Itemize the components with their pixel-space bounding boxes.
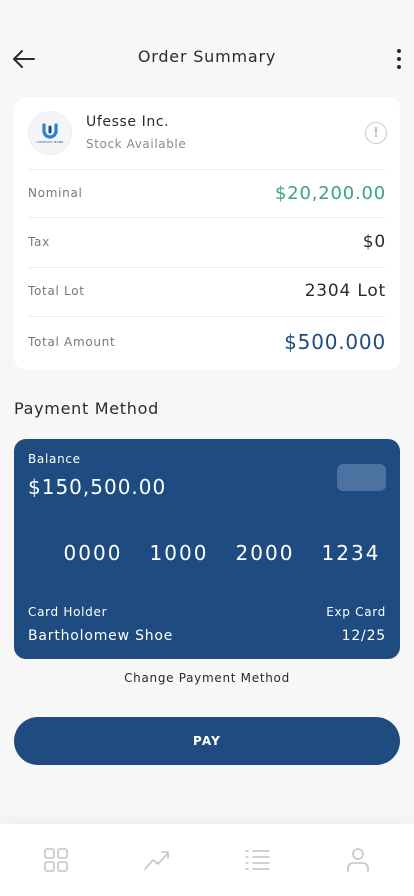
stock-status: Stock Available bbox=[86, 137, 187, 151]
balance-label: Balance bbox=[28, 452, 81, 466]
change-payment-method-link[interactable]: Change Payment Method bbox=[0, 671, 414, 685]
card-number-group: 0000 bbox=[63, 541, 123, 565]
company-name: Ufesse Inc. bbox=[86, 114, 170, 130]
row-label: Nominal bbox=[28, 186, 83, 200]
order-summary-card: COMPANY NAME Ufesse Inc. Stock Available… bbox=[14, 97, 400, 370]
info-icon[interactable]: ! bbox=[365, 122, 387, 144]
row-label: Total Lot bbox=[28, 284, 85, 298]
row-label: Tax bbox=[28, 235, 50, 249]
summary-row-nominal: Nominal $20,200.00 bbox=[28, 178, 386, 208]
more-vertical-icon[interactable] bbox=[392, 44, 406, 74]
card-number: 0000 1000 2000 1234 bbox=[14, 541, 400, 565]
nav-item-profile[interactable] bbox=[328, 830, 388, 890]
nav-item-market[interactable] bbox=[127, 830, 187, 890]
divider bbox=[28, 316, 386, 317]
row-value: 2304 Lot bbox=[304, 281, 386, 301]
payment-card[interactable]: Balance $150,500.00 0000 1000 2000 1234 … bbox=[14, 439, 400, 659]
company-logo-mark-icon bbox=[42, 122, 58, 139]
payment-method-title: Payment Method bbox=[14, 399, 159, 418]
row-value: $500.000 bbox=[284, 330, 386, 354]
bottom-navigation bbox=[0, 824, 414, 896]
divider bbox=[28, 169, 386, 170]
divider bbox=[28, 217, 386, 218]
card-number-group: 1000 bbox=[149, 541, 209, 565]
nav-item-orders[interactable] bbox=[227, 830, 287, 890]
company-row: COMPANY NAME Ufesse Inc. Stock Available… bbox=[14, 97, 400, 169]
card-holder-label: Card Holder bbox=[28, 605, 108, 619]
exp-card-value: 12/25 bbox=[341, 628, 386, 644]
row-label: Total Amount bbox=[28, 335, 116, 349]
company-logo-text: COMPANY NAME bbox=[36, 139, 64, 144]
summary-row-total-amount: Total Amount $500.000 bbox=[28, 327, 386, 357]
list-icon bbox=[245, 850, 271, 870]
company-logo: COMPANY NAME bbox=[28, 111, 72, 155]
summary-row-tax: Tax $0 bbox=[28, 227, 386, 257]
row-value: $0 bbox=[362, 232, 386, 252]
card-chip-icon bbox=[337, 464, 386, 491]
card-number-group: 1234 bbox=[321, 541, 381, 565]
summary-row-total-lot: Total Lot 2304 Lot bbox=[28, 276, 386, 306]
page-title: Order Summary bbox=[137, 47, 277, 66]
nav-item-home[interactable] bbox=[26, 830, 86, 890]
divider bbox=[28, 267, 386, 268]
row-value: $20,200.00 bbox=[274, 182, 386, 204]
card-holder-name: Bartholomew Shoe bbox=[28, 628, 174, 644]
pay-button[interactable]: PAY bbox=[14, 717, 400, 765]
trending-up-icon bbox=[143, 851, 169, 870]
user-icon bbox=[346, 848, 369, 872]
grid-icon bbox=[44, 848, 69, 872]
exp-card-label: Exp Card bbox=[326, 605, 386, 619]
balance-value: $150,500.00 bbox=[28, 475, 167, 499]
card-number-group: 2000 bbox=[235, 541, 295, 565]
